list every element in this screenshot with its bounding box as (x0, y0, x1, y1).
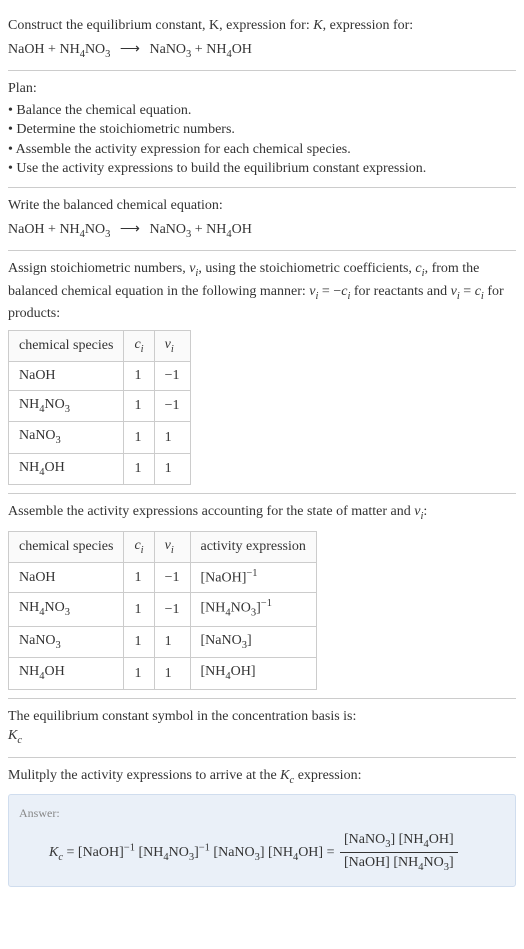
fraction-num: [NaNO3] [NH4OH] (340, 830, 458, 853)
cell-species: NaNO3 (9, 626, 124, 657)
cell-expr: [NaNO3] (190, 626, 316, 657)
balanced-section: Write the balanced chemical equation: Na… (8, 188, 516, 250)
cell-species: NH4OH (9, 453, 124, 484)
cell-c: 1 (124, 593, 154, 626)
cell-species: NaOH (9, 563, 124, 593)
cell-species: NH4NO3 (9, 390, 124, 421)
cell-nu: 1 (154, 422, 190, 453)
eq-nano3: NaNO3 (150, 42, 192, 57)
fraction-den: [NaOH] [NH4NO3] (340, 853, 458, 875)
cell-species: NH4OH (9, 658, 124, 689)
table-row: NH4NO3 1 −1 [NH4NO3]−1 (9, 593, 317, 626)
cell-c: 1 (124, 422, 154, 453)
answer-formula: Kc = [NaOH]−1 [NH4NO3]−1 [NaNO3] [NH4OH]… (19, 830, 505, 876)
arrow-icon: ⟶ (120, 222, 140, 237)
plan-item: Use the activity expressions to build th… (8, 159, 516, 179)
plan-list: Balance the chemical equation. Determine… (8, 101, 516, 179)
stoich-section: Assign stoichiometric numbers, νi, using… (8, 251, 516, 493)
cell-c: 1 (124, 658, 154, 689)
cell-species: NaOH (9, 362, 124, 391)
activity-table: chemical species ci νi activity expressi… (8, 531, 317, 690)
plan-item: Assemble the activity expression for eac… (8, 140, 516, 160)
symbol-kc: Kc (8, 726, 516, 748)
cell-c: 1 (124, 390, 154, 421)
cell-nu: 1 (154, 626, 190, 657)
cell-c: 1 (124, 362, 154, 391)
plan-item: Balance the chemical equation. (8, 101, 516, 121)
plan-title: Plan: (8, 79, 516, 99)
cell-species: NH4NO3 (9, 593, 124, 626)
balanced-equation: NaOH + NH4NO3 ⟶ NaNO3 + NH4OH (8, 220, 516, 242)
cell-nu: 1 (154, 453, 190, 484)
table-row: NaOH 1 −1 (9, 362, 191, 391)
cell-c: 1 (124, 563, 154, 593)
activity-section: Assemble the activity expressions accoun… (8, 494, 516, 697)
table-header-row: chemical species ci νi (9, 330, 191, 361)
fraction: [NaNO3] [NH4OH] [NaOH] [NH4NO3] (340, 830, 458, 876)
cell-nu: 1 (154, 658, 190, 689)
table-header-row: chemical species ci νi activity expressi… (9, 531, 317, 562)
arrow-icon: ⟶ (120, 42, 140, 57)
cell-nu: −1 (154, 593, 190, 626)
col-species: chemical species (9, 531, 124, 562)
multiply-intro: Mulitply the activity expressions to arr… (8, 766, 516, 788)
cell-nu: −1 (154, 390, 190, 421)
cell-expr: [NH4OH] (190, 658, 316, 689)
eq-naoh: NaOH (8, 42, 45, 57)
activity-intro: Assemble the activity expressions accoun… (8, 502, 516, 524)
intro-equation: NaOH + NH4NO3 ⟶ NaNO3 + NH4OH (8, 40, 516, 62)
col-species: chemical species (9, 330, 124, 361)
col-nui: νi (154, 330, 190, 361)
stoich-table: chemical species ci νi NaOH 1 −1 NH4NO3 … (8, 330, 191, 486)
cell-species: NaNO3 (9, 422, 124, 453)
plan-section: Plan: Balance the chemical equation. Det… (8, 71, 516, 187)
table-row: NH4NO3 1 −1 (9, 390, 191, 421)
intro-section: Construct the equilibrium constant, K, e… (8, 8, 516, 70)
table-row: NH4OH 1 1 (9, 453, 191, 484)
intro-text: Construct the equilibrium constant, K, e… (8, 16, 516, 36)
col-ci: ci (124, 531, 154, 562)
col-nui: νi (154, 531, 190, 562)
cell-expr: [NaOH]−1 (190, 563, 316, 593)
answer-label: Answer: (19, 805, 505, 822)
table-row: NaOH 1 −1 [NaOH]−1 (9, 563, 317, 593)
table-row: NaNO3 1 1 (9, 422, 191, 453)
balanced-title: Write the balanced chemical equation: (8, 196, 516, 216)
intro-line1: Construct the equilibrium constant, K, e… (8, 18, 310, 33)
table-row: NaNO3 1 1 [NaNO3] (9, 626, 317, 657)
cell-nu: −1 (154, 362, 190, 391)
eq-nh4oh: NH4OH (206, 42, 252, 57)
multiply-section: Mulitply the activity expressions to arr… (8, 758, 516, 895)
cell-c: 1 (124, 626, 154, 657)
symbol-intro: The equilibrium constant symbol in the c… (8, 707, 516, 727)
cell-expr: [NH4NO3]−1 (190, 593, 316, 626)
symbol-section: The equilibrium constant symbol in the c… (8, 699, 516, 757)
stoich-intro: Assign stoichiometric numbers, νi, using… (8, 259, 516, 324)
answer-box: Answer: Kc = [NaOH]−1 [NH4NO3]−1 [NaNO3]… (8, 794, 516, 887)
cell-c: 1 (124, 453, 154, 484)
col-ci: ci (124, 330, 154, 361)
plan-item: Determine the stoichiometric numbers. (8, 120, 516, 140)
col-expr: activity expression (190, 531, 316, 562)
cell-nu: −1 (154, 563, 190, 593)
table-row: NH4OH 1 1 [NH4OH] (9, 658, 317, 689)
eq-nh4no3: NH4NO3 (59, 42, 110, 57)
